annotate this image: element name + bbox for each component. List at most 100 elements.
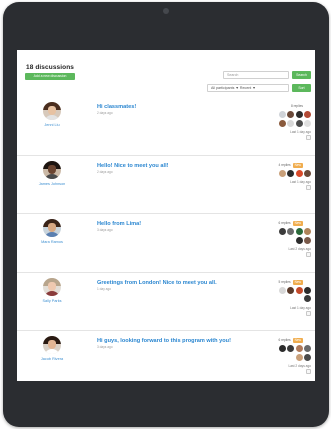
participant-avatar[interactable] — [295, 228, 303, 235]
participant-avatar[interactable] — [287, 345, 294, 352]
discussion-subject[interactable]: Hi guys, looking forward to this program… — [97, 338, 231, 344]
avatar-body — [44, 173, 60, 179]
avatar-face — [48, 106, 56, 115]
toolbar: 18 discussions Add a new discussion Sear… — [17, 50, 315, 92]
select-checkbox[interactable] — [306, 135, 311, 140]
sort-button[interactable]: Sort — [292, 84, 311, 92]
reply-count: 5 replies New — [278, 279, 303, 285]
avatar-body — [44, 232, 60, 237]
author-avatar[interactable] — [43, 219, 61, 237]
participant-avatar[interactable] — [304, 119, 311, 127]
participant-avatars — [277, 286, 311, 302]
participant-avatars — [277, 345, 311, 361]
last-reply: Last 1 day ago — [290, 130, 311, 134]
participant-avatar[interactable] — [304, 169, 311, 177]
discussion-list: Jenni Liu Hi classmates! 2 days ago 8 re… — [17, 97, 315, 381]
tablet-frame: 18 discussions Add a new discussion Sear… — [3, 2, 329, 427]
avatar-face — [48, 223, 56, 232]
author-avatar[interactable] — [43, 160, 61, 179]
participant-avatar[interactable] — [278, 286, 286, 294]
new-badge: New — [292, 162, 303, 168]
participant-avatar[interactable] — [278, 169, 286, 177]
discussion-row[interactable]: Jenni Liu Hi classmates! 2 days ago 8 re… — [17, 97, 315, 156]
discussion-row[interactable]: Sally Parks Greetings from London! Nice … — [17, 273, 315, 331]
avatar-body — [44, 290, 60, 296]
participant-avatar[interactable] — [287, 111, 294, 118]
participant-avatar[interactable] — [295, 353, 303, 361]
reply-count-text: 6 replies — [278, 338, 291, 342]
discussion-subject[interactable]: Hello! Nice to meet you all! — [97, 163, 169, 169]
avatar-face — [48, 340, 56, 349]
search-button[interactable]: Search — [292, 71, 311, 79]
reply-count-text: 5 replies — [278, 279, 291, 284]
author-avatar[interactable] — [43, 336, 61, 354]
reply-count: 6 replies New — [279, 221, 303, 226]
author-name[interactable]: Mara Ramos — [17, 240, 87, 244]
posted-time: 2 days ago — [97, 111, 113, 115]
page-title: 18 discussions — [26, 64, 75, 71]
reply-count-text: 4 replies — [278, 162, 291, 167]
participant-avatar[interactable] — [278, 228, 286, 235]
new-badge: New — [292, 221, 303, 226]
participant-avatar[interactable] — [278, 345, 286, 352]
last-reply: Last 1 day ago — [290, 180, 311, 184]
new-badge: New — [292, 279, 303, 285]
avatar-body — [44, 349, 60, 354]
participant-avatar[interactable] — [304, 111, 311, 118]
participant-avatar[interactable] — [295, 111, 303, 118]
author-avatar[interactable] — [43, 102, 61, 120]
discussion-row[interactable]: James Johnson Hello! Nice to meet you al… — [17, 156, 315, 214]
select-checkbox[interactable] — [306, 185, 311, 190]
discussion-row[interactable]: Jacob Rivera Hi guys, looking forward to… — [17, 331, 315, 381]
last-reply: Last 1 day ago — [290, 305, 311, 310]
author-name[interactable]: Jenni Liu — [17, 123, 87, 127]
last-reply: Last 2 days ago — [288, 247, 311, 251]
new-badge: New — [292, 338, 303, 343]
screen: 18 discussions Add a new discussion Sear… — [17, 50, 315, 381]
add-discussion-button[interactable]: Add a new discussion — [25, 73, 75, 80]
avatar-face — [48, 164, 56, 174]
participant-avatar[interactable] — [287, 228, 294, 235]
participant-avatar[interactable] — [304, 228, 311, 235]
filter-select[interactable]: All participants ▼ Recent ▼ — [207, 84, 289, 92]
author-avatar[interactable] — [43, 277, 61, 296]
author-name[interactable]: Jacob Rivera — [17, 357, 87, 361]
participant-avatar[interactable] — [304, 236, 311, 244]
participant-avatars — [277, 111, 311, 127]
last-reply: Last 2 days ago — [288, 364, 311, 368]
avatar-face — [48, 281, 56, 291]
discussion-subject[interactable]: Hi classmates! — [97, 104, 136, 110]
reply-count: 6 replies New — [279, 338, 303, 343]
participant-avatar[interactable] — [287, 119, 294, 127]
participant-avatar[interactable] — [278, 119, 286, 127]
participant-avatar[interactable] — [304, 286, 311, 294]
select-checkbox[interactable] — [306, 252, 311, 257]
reply-count-text: 8 replies — [290, 104, 303, 108]
participant-avatars — [277, 228, 311, 244]
participant-avatar[interactable] — [304, 353, 311, 361]
posted-time: 1 day ago — [97, 286, 112, 291]
participant-avatar[interactable] — [295, 169, 303, 177]
discussion-subject[interactable]: Greetings from London! Nice to meet you … — [97, 280, 217, 286]
participant-avatar[interactable] — [295, 286, 303, 294]
discussion-subject[interactable]: Hello from Lima! — [97, 221, 141, 227]
participant-avatar[interactable] — [295, 236, 303, 244]
participant-avatar[interactable] — [304, 295, 311, 302]
participant-avatar[interactable] — [287, 169, 294, 177]
participant-avatar[interactable] — [278, 111, 286, 118]
discussion-row[interactable]: Mara Ramos Hello from Lima! 3 days ago 6… — [17, 214, 315, 273]
reply-count-text: 6 replies — [278, 221, 291, 225]
posted-time: 3 days ago — [97, 228, 113, 232]
participant-avatars — [277, 169, 311, 177]
participant-avatar[interactable] — [295, 119, 303, 127]
reply-count: 4 replies New — [278, 162, 303, 168]
participant-avatar[interactable] — [304, 345, 311, 352]
author-name[interactable]: Sally Parks — [17, 299, 87, 303]
author-name[interactable]: James Johnson — [17, 182, 87, 186]
select-checkbox[interactable] — [306, 369, 311, 374]
search-input[interactable]: Search — [223, 71, 289, 79]
participant-avatar[interactable] — [287, 286, 294, 294]
participant-avatar[interactable] — [295, 345, 303, 352]
camera-dot — [163, 8, 169, 14]
select-checkbox[interactable] — [306, 310, 311, 316]
